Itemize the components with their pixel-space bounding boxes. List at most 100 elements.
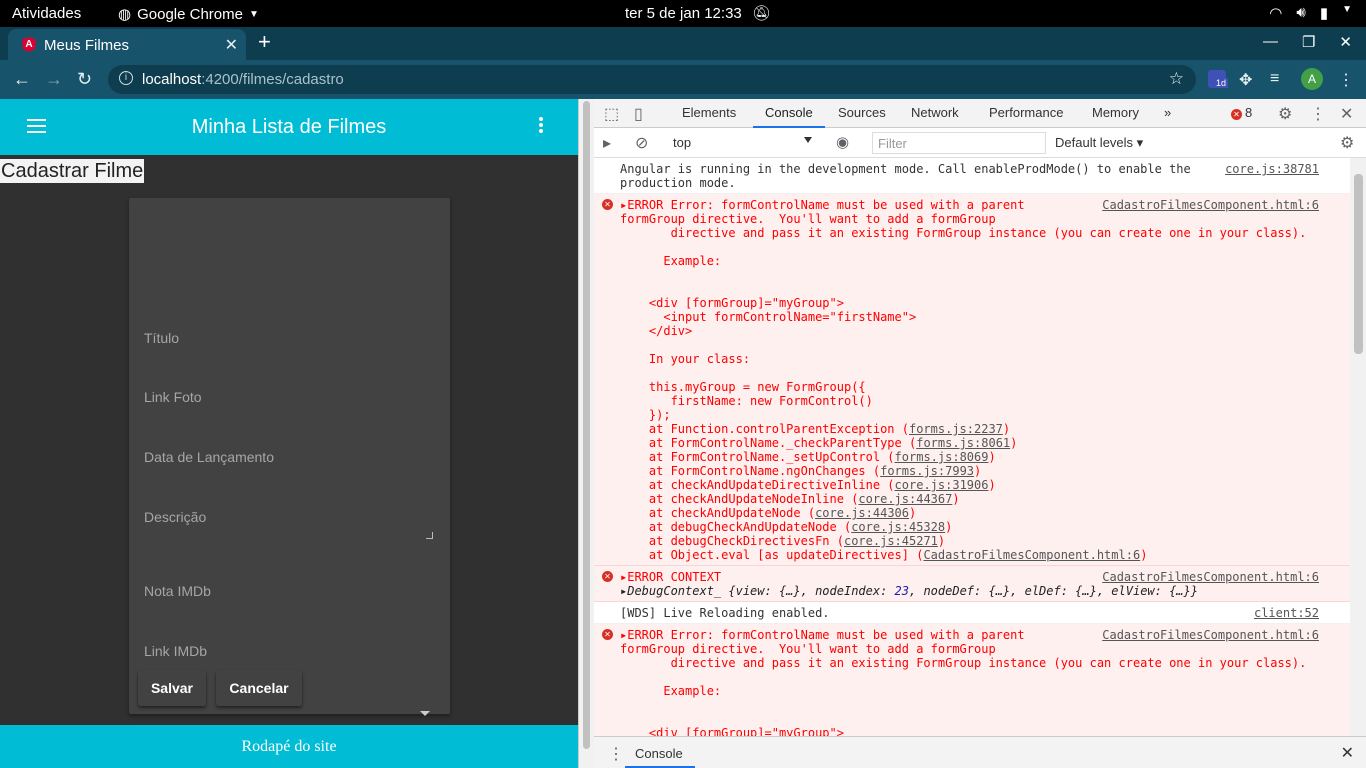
console-toolbar: ▸ ⊘ top ◉ Filter Default levels ▾ ⚙ [594,128,1366,158]
more-vert-icon[interactable] [539,117,543,135]
close-drawer-icon[interactable]: ✕ [1341,743,1354,763]
tab-console[interactable]: Console [753,105,825,128]
drawer-tab-console[interactable]: Console [625,746,695,768]
scrollbar-thumb[interactable] [583,101,590,749]
notifications-off-icon: 🔕︎ [752,5,772,22]
clear-console-icon[interactable]: ⊘ [635,133,648,153]
address-bar[interactable]: i localhost:4200/filmes/cadastro ☆ [108,65,1196,94]
stack-file-link[interactable]: core.js:45271 [844,534,938,548]
stack-frame: at debugCheckAndUpdateNode (core.js:4532… [620,520,953,534]
more-tabs-icon[interactable]: » [1164,105,1171,120]
devtools-menu-icon[interactable]: ⋮ [1310,104,1326,124]
source-link[interactable]: CadastroFilmesComponent.html:6 [1102,570,1319,584]
photo-link-input[interactable]: Link Foto [144,389,435,405]
stack-file-link[interactable]: core.js:44306 [815,506,909,520]
tab-sources[interactable]: Sources [838,105,886,120]
activities-button[interactable]: Atividades [12,5,81,22]
error-icon: ✕ [602,571,613,582]
profile-avatar[interactable]: A [1301,68,1323,90]
live-expression-eye-icon[interactable]: ◉ [836,133,849,151]
close-tab-icon[interactable]: ✕ [225,35,238,55]
device-toolbar-icon[interactable]: ▯ [634,104,643,124]
system-tray[interactable]: ◠ 🔊︎ ▮ ▼ [1269,4,1352,22]
context-selector[interactable]: top [673,135,691,150]
stack-file-link[interactable]: forms.js:7993 [880,464,974,478]
stack-function: at checkAndUpdateNode ( [620,506,816,520]
stack-file-link[interactable]: forms.js:8061 [916,436,1010,450]
console-error[interactable]: ✕ ▸ERROR Error: formControlName must be u… [594,194,1350,566]
tab-network[interactable]: Network [911,105,959,120]
maximize-icon[interactable]: ❐ [1302,33,1315,51]
select-arrow-icon [420,711,430,716]
stack-function: at FormControlName._setUpControl ( [620,450,895,464]
stack-file-link[interactable]: CadastroFilmesComponent.html:6 [923,548,1140,562]
site-info-icon[interactable]: i [119,71,133,85]
debug-context-num: 23 [894,584,909,598]
angular-favicon-icon: A [22,37,36,52]
stack-frame: at FormControlName._checkParentType (for… [620,436,1018,450]
close-window-icon[interactable]: ✕ [1339,33,1352,51]
console-scrollbar-thumb[interactable] [1354,174,1363,354]
drawer-menu-icon[interactable]: ⋮ [608,744,624,764]
show-sidebar-icon[interactable]: ▸ [603,133,611,153]
stack-file-link[interactable]: core.js:44367 [858,492,952,506]
console-filter-input[interactable]: Filter [872,132,1046,154]
stack-file-link[interactable]: forms.js:8069 [895,450,989,464]
stack-function: at Object.eval [as updateDirectives] ( [620,548,924,562]
source-link[interactable]: client:52 [1254,606,1319,620]
cancel-button[interactable]: Cancelar [216,670,302,706]
minimize-icon[interactable]: — [1263,33,1278,51]
console-error[interactable]: ✕ ▸ERROR CONTEXT CadastroFilmesComponent.h… [594,566,1350,602]
log-levels-dropdown[interactable]: Default levels ▾ [1055,135,1143,151]
app-viewport: Minha Lista de Filmes Cadastrar Filme Tí… [0,99,578,768]
stack-function: at Function.controlParentException ( [620,422,909,436]
title-input[interactable]: Título [144,330,435,346]
page-title: Cadastrar Filme [0,159,145,183]
stack-function: at checkAndUpdateDirectiveInline ( [620,478,895,492]
clock[interactable]: ter 5 de jan 12:33 [625,5,742,22]
stack-file-link[interactable]: core.js:45328 [851,520,945,534]
settings-gear-icon[interactable]: ⚙ [1278,104,1292,124]
calendar-extension-icon[interactable]: 1d [1208,70,1229,88]
extensions-puzzle-icon[interactable]: ✥ [1239,70,1252,90]
calendar-badge: 1d [1214,78,1229,88]
message-text: [WDS] Live Reloading enabled. [620,606,830,620]
app-menu-label: Google Chrome [137,5,243,23]
app-title: Minha Lista de Filmes [191,116,387,138]
tab-memory[interactable]: Memory [1092,105,1139,120]
wifi-icon: ◠ [1269,5,1283,22]
error-count-badge[interactable]: ✕ 8 [1231,105,1252,120]
tab-performance[interactable]: Performance [989,105,1063,120]
forward-icon[interactable]: → [45,69,63,90]
console-settings-gear-icon[interactable]: ⚙ [1340,133,1354,153]
stack-trace: at Function.controlParentException (form… [620,422,1350,562]
browser-tab[interactable]: A Meus Filmes ✕ [8,29,246,60]
media-queue-icon[interactable]: ≡ [1270,70,1279,88]
reload-icon[interactable]: ↻ [77,69,92,90]
console-scrollbar[interactable] [1350,158,1366,736]
chrome-icon: ◍ [118,6,132,23]
source-link[interactable]: CadastroFilmesComponent.html:6 [1102,628,1319,642]
save-button[interactable]: Salvar [138,670,206,706]
app-menu[interactable]: ◍ Google Chrome ▼ [118,5,259,24]
new-tab-button[interactable]: + [258,30,271,54]
imdb-rating-input[interactable]: Nota IMDb [144,583,435,599]
description-textarea[interactable]: Descrição [144,509,435,549]
inspect-element-icon[interactable]: ⬚ [604,104,619,124]
console-error[interactable]: ✕ ▸ERROR Error: formControlName must be u… [594,624,1350,736]
textarea-resize-handle-icon[interactable] [426,532,433,539]
stack-file-link[interactable]: forms.js:2237 [909,422,1003,436]
page-scrollbar[interactable] [578,99,594,768]
bookmark-star-icon[interactable]: ☆ [1169,69,1184,89]
stack-function: at FormControlName.ngOnChanges ( [620,464,881,478]
tab-elements[interactable]: Elements [682,105,736,120]
stack-file-link[interactable]: core.js:31906 [895,478,989,492]
back-icon[interactable]: ← [13,69,31,90]
imdb-link-input[interactable]: Link IMDb [144,643,435,659]
chrome-menu-icon[interactable]: ⋮ [1338,70,1354,90]
source-link[interactable]: core.js:38781 [1225,162,1319,176]
release-date-input[interactable]: Data de Lançamento [144,449,435,465]
debug-context[interactable]: ▸DebugContext_ {view: {…}, nodeIndex: 23… [620,584,1350,598]
close-devtools-icon[interactable]: ✕ [1340,104,1353,124]
source-link[interactable]: CadastroFilmesComponent.html:6 [1102,198,1319,212]
